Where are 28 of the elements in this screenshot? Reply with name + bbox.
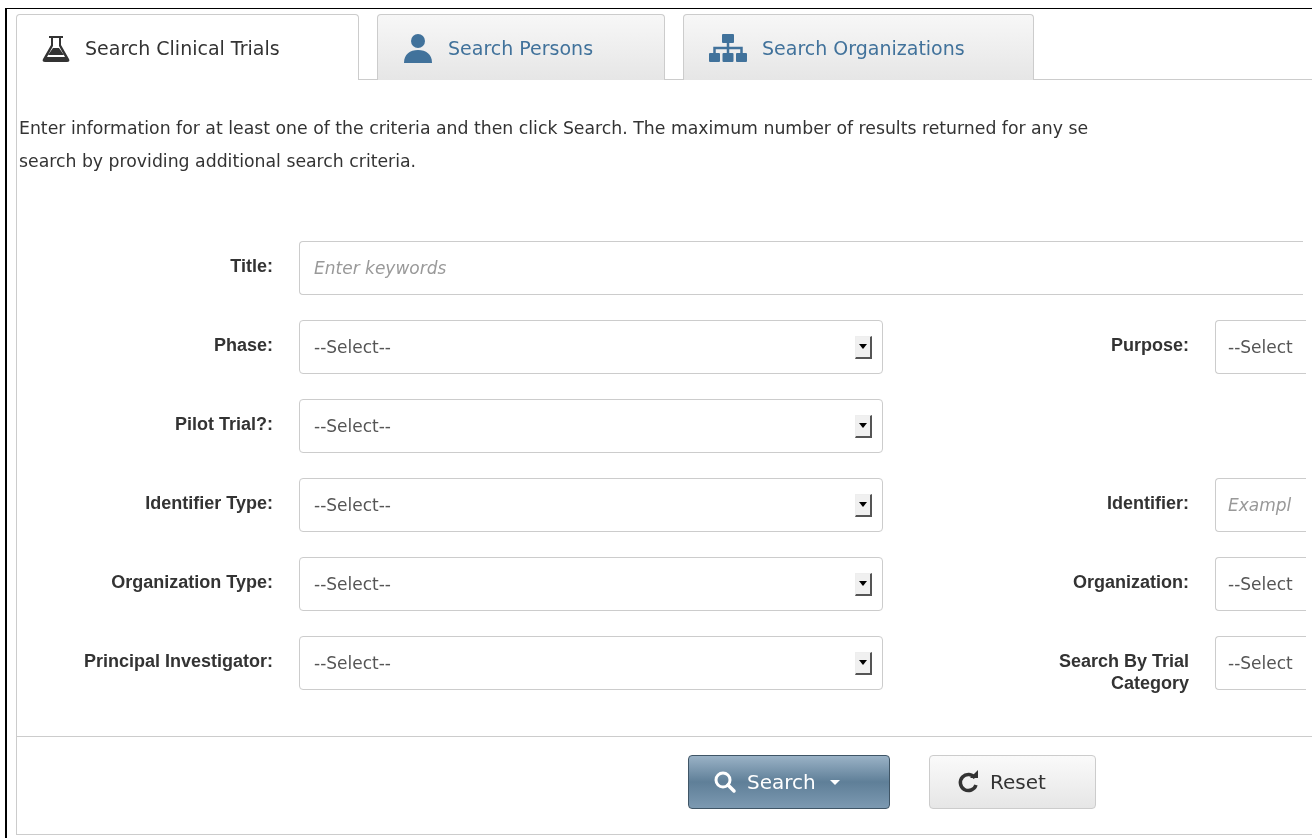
tab[interactable]: Search Organizations: [683, 14, 1034, 80]
org-chart-icon: [708, 32, 748, 63]
reset-button[interactable]: Reset: [929, 755, 1096, 809]
refresh-icon: [956, 770, 980, 794]
field-label: Title:: [229, 255, 273, 277]
select-field[interactable]: --Select: [1215, 636, 1306, 690]
tab[interactable]: Search Clinical Trials: [16, 14, 359, 80]
select-field[interactable]: --Select--: [299, 636, 883, 690]
instructions-text: Enter information for at least one of the criteria and then click Search. The maximum number of results returned for any se search by providing additional search criteria.: [18, 117, 1089, 173]
field-label: Principal Investigator:: [82, 650, 273, 672]
select-field[interactable]: --Select--: [299, 399, 883, 453]
field-label: Pilot Trial?:: [174, 413, 273, 435]
select-field[interactable]: --Select: [1215, 320, 1306, 374]
field-label: Purpose:: [1110, 334, 1189, 356]
field-label: Identifier:: [1106, 492, 1189, 514]
select-field[interactable]: --Select--: [299, 478, 883, 532]
select-field[interactable]: --Select: [1215, 557, 1306, 611]
field-label: Organization:: [1072, 571, 1189, 593]
search-button[interactable]: Search: [688, 755, 890, 809]
person-icon: [402, 32, 434, 63]
search-icon: [713, 770, 737, 794]
tab[interactable]: Search Persons: [377, 14, 665, 80]
field-label: Organization Type:: [110, 571, 273, 593]
field-label: Phase:: [212, 334, 273, 356]
select-field[interactable]: --Select--: [299, 557, 883, 611]
field-label: Identifier Type:: [144, 492, 273, 514]
field-label: Search By Trial Category: [1057, 650, 1189, 694]
select-field[interactable]: --Select--: [299, 320, 883, 374]
